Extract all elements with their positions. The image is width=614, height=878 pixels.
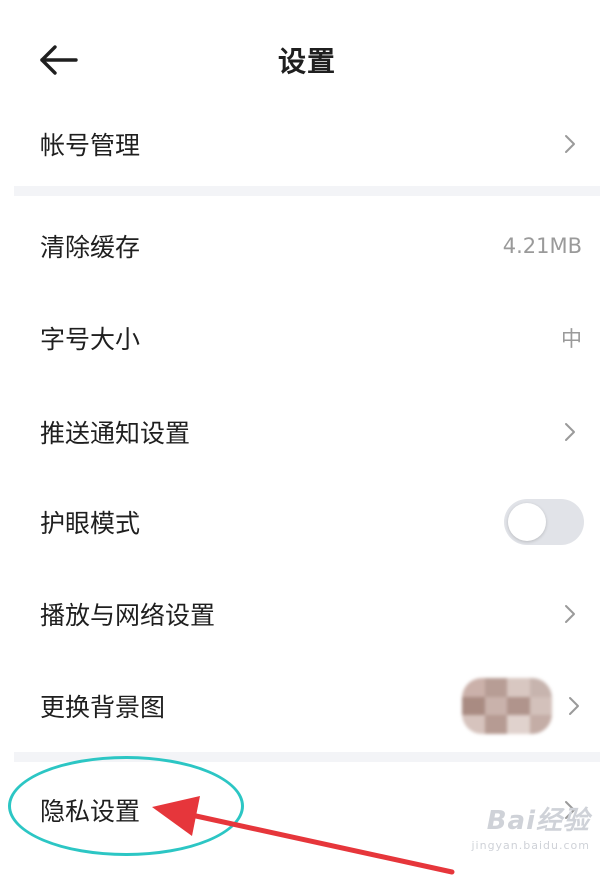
row-label: 字号大小 bbox=[40, 325, 141, 354]
settings-row-font-size[interactable]: 字号大小 中 bbox=[0, 292, 614, 384]
row-label: 护眼模式 bbox=[40, 509, 141, 538]
chevron-right-icon bbox=[562, 603, 578, 625]
row-label: 帐号管理 bbox=[40, 131, 141, 160]
section-divider bbox=[14, 752, 600, 762]
font-size-value: 中 bbox=[561, 327, 582, 351]
chevron-right-icon bbox=[562, 133, 578, 155]
settings-row-privacy[interactable]: 隐私设置 bbox=[0, 764, 614, 856]
settings-row-playback-network[interactable]: 播放与网络设置 bbox=[0, 568, 614, 660]
row-label: 播放与网络设置 bbox=[40, 601, 216, 630]
settings-row-push-notifications[interactable]: 推送通知设置 bbox=[0, 386, 614, 478]
section-divider bbox=[14, 186, 600, 196]
settings-row-eye-protection: 护眼模式 bbox=[0, 476, 614, 568]
eye-protection-toggle[interactable] bbox=[504, 499, 584, 545]
settings-row-account[interactable]: 帐号管理 bbox=[0, 98, 614, 190]
settings-row-clear-cache[interactable]: 清除缓存 4.21MB bbox=[0, 200, 614, 292]
row-label: 推送通知设置 bbox=[40, 419, 191, 448]
row-label: 隐私设置 bbox=[40, 797, 141, 826]
chevron-right-icon bbox=[562, 799, 578, 821]
cache-size-value: 4.21MB bbox=[502, 234, 582, 258]
chevron-right-icon bbox=[562, 421, 578, 443]
settings-row-change-background[interactable]: 更换背景图 bbox=[0, 660, 614, 752]
row-label: 清除缓存 bbox=[40, 233, 141, 262]
toggle-knob bbox=[508, 503, 546, 541]
background-thumbnail bbox=[462, 678, 552, 734]
chevron-right-icon bbox=[566, 695, 582, 717]
row-label: 更换背景图 bbox=[40, 693, 166, 722]
page-title: 设置 bbox=[277, 45, 336, 78]
